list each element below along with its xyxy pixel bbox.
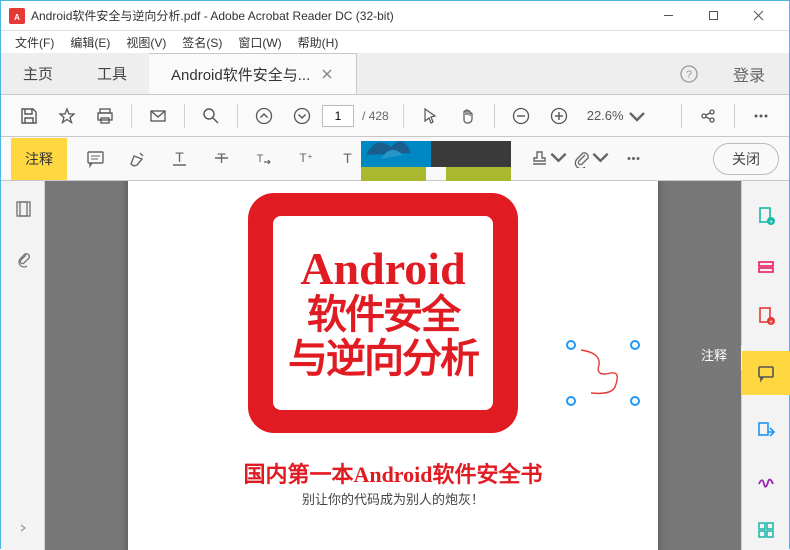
create-pdf-button[interactable]: +: [751, 201, 781, 231]
document-area[interactable]: Android 软件安全 与逆向分析 国内第一本Android软件安全书 别让你…: [45, 181, 741, 550]
insert-text-button[interactable]: T+: [285, 140, 325, 178]
page-up-button[interactable]: [246, 98, 282, 134]
attach-button[interactable]: [571, 140, 611, 178]
combine-files-button[interactable]: [751, 251, 781, 281]
book-cover-box: Android 软件安全 与逆向分析: [248, 193, 518, 433]
zoom-in-button[interactable]: [541, 98, 577, 134]
thumbnails-button[interactable]: [9, 195, 37, 223]
minimize-button[interactable]: [646, 2, 691, 30]
svg-text:+: +: [768, 219, 772, 226]
annotation-label: 注释: [11, 138, 67, 180]
right-sidebar: ◀ + + 注释: [741, 181, 789, 550]
svg-text:+: +: [307, 152, 312, 161]
titlebar: A Android软件安全与逆向分析.pdf - Adobe Acrobat R…: [1, 1, 789, 31]
menu-edit[interactable]: 编辑(E): [62, 32, 118, 53]
email-button[interactable]: [140, 98, 176, 134]
print-button[interactable]: [87, 98, 123, 134]
save-button[interactable]: [11, 98, 47, 134]
resize-handle-tr[interactable]: [630, 340, 640, 350]
splash-graphic: [361, 125, 511, 181]
menu-help[interactable]: 帮助(H): [290, 32, 347, 53]
tab-home[interactable]: 主页: [1, 53, 75, 94]
window-title: Android软件安全与逆向分析.pdf - Adobe Acrobat Rea…: [31, 7, 646, 24]
svg-text:T: T: [175, 149, 184, 165]
login-button[interactable]: 登录: [709, 53, 789, 94]
close-annotations-button[interactable]: 关闭: [713, 143, 779, 175]
svg-text:A: A: [14, 13, 20, 22]
highlight-button[interactable]: [117, 140, 157, 178]
chevron-down-icon: [628, 107, 646, 125]
svg-text:?: ?: [686, 69, 692, 81]
menu-view[interactable]: 视图(V): [118, 32, 174, 53]
svg-text:T: T: [299, 151, 307, 165]
find-button[interactable]: [193, 98, 229, 134]
svg-text:+: +: [768, 319, 772, 326]
resize-handle-tl[interactable]: [566, 340, 576, 350]
menu-file[interactable]: 文件(F): [7, 32, 62, 53]
page-down-button[interactable]: [284, 98, 320, 134]
resize-handle-bl[interactable]: [566, 396, 576, 406]
star-button[interactable]: [49, 98, 85, 134]
tooltip: 注释: [687, 335, 741, 374]
share-button[interactable]: [690, 98, 726, 134]
export-button[interactable]: [751, 515, 781, 545]
organize-button[interactable]: [751, 415, 781, 445]
more-button[interactable]: [743, 98, 779, 134]
comment-button[interactable]: [742, 351, 790, 395]
chevron-down-icon: [549, 149, 568, 168]
maximize-button[interactable]: [691, 2, 736, 30]
book-tagline: 别让你的代码成为别人的炮灰！: [128, 489, 658, 508]
menubar: 文件(F) 编辑(E) 视图(V) 签名(S) 窗口(W) 帮助(H): [1, 31, 789, 53]
chevron-down-icon: [591, 149, 610, 168]
page-total: / 428: [362, 109, 389, 123]
annotation-toolbar: 注释 T T T T+ T 关闭: [1, 137, 789, 181]
attachments-button[interactable]: [9, 245, 37, 273]
close-button[interactable]: [736, 2, 781, 30]
zoom-display[interactable]: 22.6%: [587, 107, 646, 125]
pdf-icon: A: [9, 8, 25, 24]
freehand-annotation[interactable]: [571, 345, 635, 401]
expand-left-button[interactable]: [11, 516, 35, 540]
help-button[interactable]: ?: [669, 53, 709, 94]
tab-tools[interactable]: 工具: [75, 53, 149, 94]
left-sidebar: [1, 181, 45, 550]
edit-pdf-button[interactable]: +: [751, 301, 781, 331]
menu-sign[interactable]: 签名(S): [174, 32, 230, 53]
book-title-cn2: 与逆向分析: [288, 338, 478, 380]
page-number-input[interactable]: [322, 105, 354, 127]
book-subtitle: 国内第一本Android软件安全书: [128, 457, 658, 489]
tab-close-icon[interactable]: [320, 67, 334, 81]
sign-button[interactable]: [751, 465, 781, 495]
resize-handle-br[interactable]: [630, 396, 640, 406]
tab-document[interactable]: Android软件安全与...: [149, 53, 357, 94]
more-tools-button[interactable]: [613, 140, 653, 178]
menu-window[interactable]: 窗口(W): [230, 32, 289, 53]
svg-text:T: T: [256, 153, 263, 165]
book-title-en: Android: [300, 246, 465, 292]
stamp-button[interactable]: [529, 140, 569, 178]
book-title-cn1: 软件安全: [307, 294, 459, 336]
svg-text:T: T: [343, 150, 352, 166]
strikethrough-button[interactable]: T: [201, 140, 241, 178]
main-area: Android 软件安全 与逆向分析 国内第一本Android软件安全书 别让你…: [1, 181, 789, 550]
replace-text-button[interactable]: T: [243, 140, 283, 178]
underline-button[interactable]: T: [159, 140, 199, 178]
tabsbar: 主页 工具 Android软件安全与... ? 登录: [1, 53, 789, 95]
sticky-note-button[interactable]: [75, 140, 115, 178]
tab-document-label: Android软件安全与...: [171, 64, 310, 85]
